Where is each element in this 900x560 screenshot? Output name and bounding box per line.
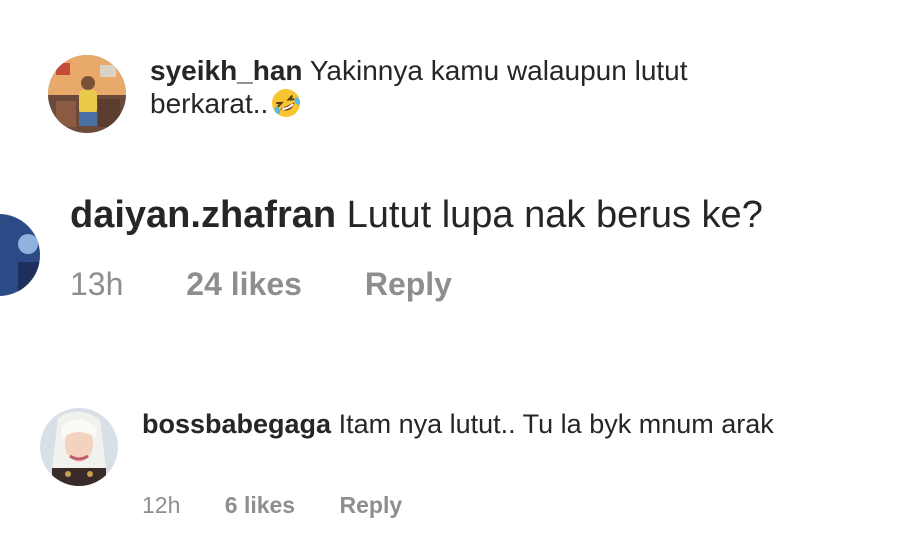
comment-meta: 13h 24 likes Reply bbox=[70, 266, 452, 303]
comment-username[interactable]: daiyan.zhafran bbox=[70, 194, 336, 236]
comment-username[interactable]: syeikh_han bbox=[150, 55, 303, 86]
comment-text-block: daiyan.zhafran Lutut lupa nak berus ke? bbox=[70, 192, 763, 238]
comment-timestamp: 13h bbox=[70, 266, 124, 302]
rolling-on-floor-laughing-icon bbox=[270, 87, 302, 126]
comment-text-block: bossbabegaga Itam nya lutut.. Tu la byk … bbox=[142, 408, 822, 440]
comment-meta: 12h 6 likes Reply bbox=[142, 492, 402, 519]
comment-text-block: syeikh_han Yakinnya kamu walaupun lutut … bbox=[150, 54, 770, 126]
reply-button[interactable]: Reply bbox=[365, 266, 452, 303]
comment-body: Lutut lupa nak berus ke? bbox=[346, 194, 763, 236]
reply-button[interactable]: Reply bbox=[340, 492, 403, 519]
avatar[interactable] bbox=[40, 408, 118, 486]
comments-panel: syeikh_han Yakinnya kamu walaupun lutut … bbox=[0, 0, 900, 560]
comment-username[interactable]: bossbabegaga bbox=[142, 409, 331, 439]
comment-likes-count[interactable]: 6 likes bbox=[225, 492, 295, 519]
avatar[interactable] bbox=[0, 214, 40, 296]
comment-likes-count[interactable]: 24 likes bbox=[186, 266, 302, 303]
comment-timestamp: 12h bbox=[142, 492, 181, 518]
comment-body: Itam nya lutut.. Tu la byk mnum arak bbox=[338, 409, 774, 439]
avatar[interactable] bbox=[48, 55, 126, 133]
